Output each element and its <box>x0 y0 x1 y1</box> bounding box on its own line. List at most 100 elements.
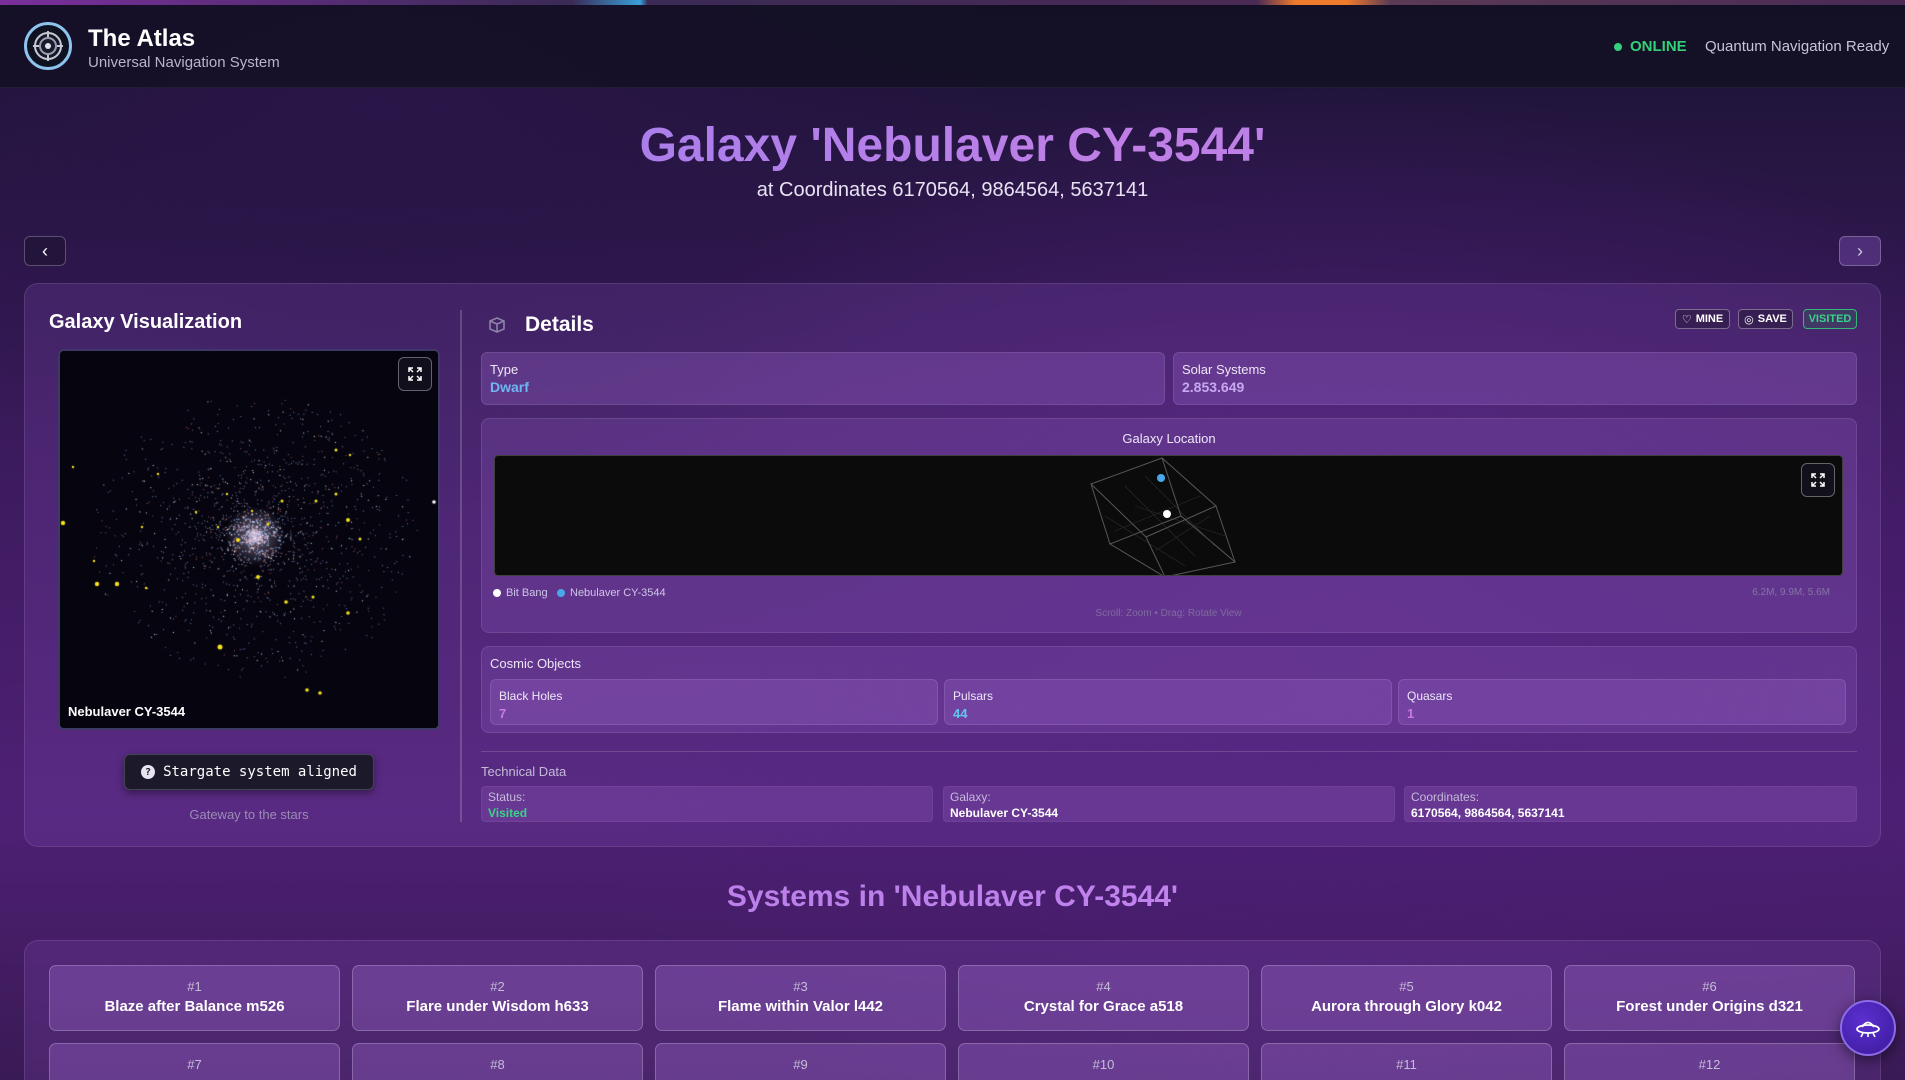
system-card[interactable]: #9 <box>655 1043 946 1080</box>
status-tech-value: Visited <box>488 806 528 820</box>
system-name: Flame within Valor l442 <box>717 998 884 1015</box>
system-name: Aurora through Glory k042 <box>1311 998 1502 1015</box>
status-detail: Quantum Navigation Ready <box>1705 38 1890 55</box>
app-title: The Atlas <box>88 25 196 52</box>
systems-title: Systems in 'Nebulaver CY-3544' <box>0 880 1905 914</box>
fullscreen-location-button[interactable] <box>1801 463 1835 497</box>
type-card: Type Dwarf <box>481 352 1165 405</box>
black-holes-card: Black Holes 7 <box>490 679 938 725</box>
status-tech-card: Status: Visited <box>481 786 933 822</box>
status-tech-label: Status: <box>488 790 526 804</box>
system-card[interactable]: #1 Blaze after Balance m526 <box>49 965 340 1031</box>
system-card[interactable]: #8 <box>352 1043 643 1080</box>
ufo-icon <box>1856 1021 1880 1038</box>
system-card[interactable]: #7 <box>49 1043 340 1080</box>
visualization-title: Galaxy Visualization <box>49 311 243 333</box>
bit-bang-legend: Bit Bang <box>506 587 548 599</box>
page-subtitle: at Coordinates 6170564, 9864564, 5637141 <box>756 179 1149 201</box>
chevron-left-icon: ‹ <box>42 240 48 261</box>
heart-icon: ♡ <box>1681 313 1692 326</box>
galaxy-tech-value: Nebulaver CY-3544 <box>950 806 1059 820</box>
technical-data-title: Technical Data <box>481 764 567 779</box>
system-number: #12 <box>1698 1057 1721 1072</box>
prev-galaxy-button[interactable]: ‹ <box>24 236 66 266</box>
cosmic-objects-title: Cosmic Objects <box>490 656 582 671</box>
galaxy-canvas[interactable] <box>60 351 438 728</box>
location-cube-3d[interactable] <box>495 456 1843 576</box>
system-number: #11 <box>1396 1057 1417 1072</box>
pulsars-card: Pulsars 44 <box>944 679 1392 725</box>
system-name: Crystal for Grace a518 <box>1023 998 1184 1015</box>
navigation-assistant-button[interactable] <box>1840 1000 1896 1056</box>
location-coordinates: 6.2M, 9.9M, 5.6M <box>1752 587 1830 598</box>
system-name: Forest under Origins d321 <box>1616 998 1803 1015</box>
cube-icon <box>489 317 505 333</box>
solar-systems-label: Solar Systems <box>1182 362 1266 377</box>
help-circle-icon: ? <box>141 765 156 779</box>
solar-systems-value: 2.853.649 <box>1182 379 1245 395</box>
stargate-status-button[interactable]: ? Stargate system aligned <box>124 754 374 790</box>
system-number: #4 <box>1096 979 1111 994</box>
app-subtitle: Universal Navigation System <box>88 54 280 71</box>
system-number: #3 <box>793 979 808 994</box>
galaxy-location-title: Galaxy Location <box>1122 431 1216 446</box>
pulsars-value: 44 <box>953 706 968 721</box>
galaxy-location-map[interactable] <box>494 455 1843 576</box>
system-number: #9 <box>793 1057 808 1072</box>
galaxy-tech-card: Galaxy: Nebulaver CY-3544 <box>943 786 1395 822</box>
type-value: Dwarf <box>490 379 529 395</box>
save-button[interactable]: ◎ SAVE <box>1738 309 1793 329</box>
mine-button[interactable]: ♡ MINE <box>1675 309 1730 329</box>
technical-divider <box>481 751 1857 752</box>
system-number: #2 <box>490 979 505 994</box>
system-card[interactable]: #11 <box>1261 1043 1552 1080</box>
visualization-label: Nebulaver CY-3544 <box>68 704 186 719</box>
current-galaxy-marker <box>1157 474 1165 482</box>
system-card[interactable]: #2 Flare under Wisdom h633 <box>352 965 643 1031</box>
coordinates-tech-label: Coordinates: <box>1411 790 1480 804</box>
galaxy-tech-label: Galaxy: <box>950 790 991 804</box>
system-number: #6 <box>1702 979 1717 994</box>
page-title: Galaxy 'Nebulaver CY-3544' <box>0 118 1905 173</box>
app-header: The Atlas Universal Navigation System ON… <box>0 5 1905 88</box>
system-number: #5 <box>1399 979 1414 994</box>
expand-icon <box>408 367 422 381</box>
status-online: ONLINE <box>1630 38 1687 55</box>
atlas-logo-icon[interactable] <box>24 22 72 70</box>
system-name: Blaze after Balance m526 <box>104 998 285 1015</box>
coordinates-tech-value: 6170564, 9864564, 5637141 <box>1411 806 1565 820</box>
system-number: #8 <box>490 1057 505 1072</box>
visited-badge[interactable]: VISITED <box>1803 309 1857 329</box>
coordinates-tech-card: Coordinates: 6170564, 9864564, 5637141 <box>1404 786 1857 822</box>
system-card[interactable]: #6 Forest under Origins d321 <box>1564 965 1855 1031</box>
type-label: Type <box>490 362 519 377</box>
fullscreen-visualization-button[interactable] <box>398 357 432 391</box>
black-holes-label: Black Holes <box>499 689 563 703</box>
pin-icon: ◎ <box>1744 313 1754 326</box>
details-title: Details <box>525 313 594 336</box>
system-card[interactable]: #5 Aurora through Glory k042 <box>1261 965 1552 1031</box>
system-card[interactable]: #10 <box>958 1043 1249 1080</box>
chevron-right-icon: › <box>1857 240 1863 261</box>
bit-bang-marker <box>1163 510 1171 518</box>
quasars-card: Quasars 1 <box>1398 679 1846 725</box>
bit-bang-legend-dot-icon <box>493 589 501 597</box>
current-galaxy-legend-dot-icon <box>557 589 565 597</box>
panel-divider <box>460 310 462 822</box>
current-galaxy-legend: Nebulaver CY-3544 <box>570 587 666 599</box>
expand-icon <box>1811 473 1825 487</box>
system-card[interactable]: #3 Flame within Valor l442 <box>655 965 946 1031</box>
status-online-dot-icon <box>1614 43 1622 51</box>
pulsars-label: Pulsars <box>953 689 994 703</box>
gateway-caption: Gateway to the stars <box>189 807 309 822</box>
black-holes-value: 7 <box>499 706 507 721</box>
quasars-label: Quasars <box>1407 689 1453 703</box>
system-card[interactable]: #4 Crystal for Grace a518 <box>958 965 1249 1031</box>
quasars-value: 1 <box>1407 706 1415 721</box>
system-name: Flare under Wisdom h633 <box>406 998 589 1015</box>
galaxy-visualization[interactable]: Nebulaver CY-3544 <box>58 349 440 730</box>
next-galaxy-button[interactable]: › <box>1839 236 1881 266</box>
solar-systems-card: Solar Systems 2.853.649 <box>1173 352 1857 405</box>
system-number: #7 <box>187 1057 202 1072</box>
system-card[interactable]: #12 <box>1564 1043 1855 1080</box>
